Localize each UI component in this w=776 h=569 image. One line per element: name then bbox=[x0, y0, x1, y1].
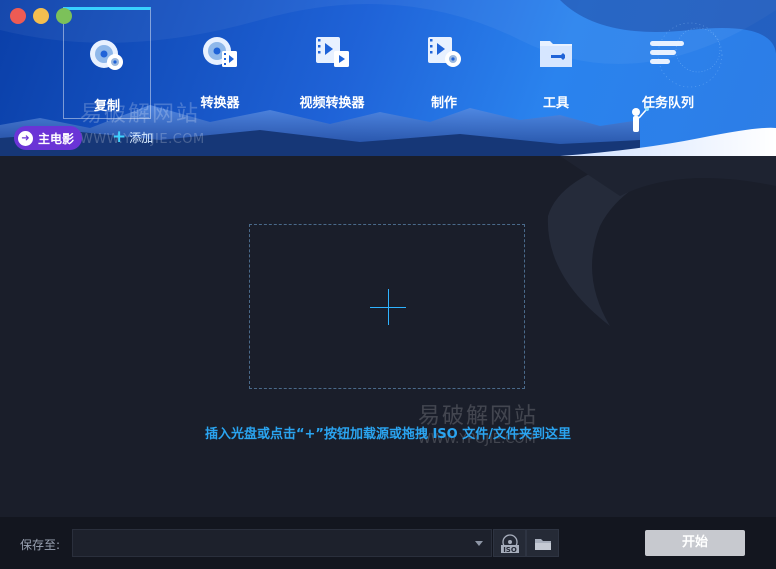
disc-creator-icon bbox=[428, 37, 461, 67]
add-plus-icon-v bbox=[388, 289, 389, 325]
main-movie-label: 主电影 bbox=[38, 131, 75, 146]
save-path-select[interactable] bbox=[72, 529, 492, 557]
maximize-window-button[interactable] bbox=[56, 8, 72, 24]
nav-item-task-queue[interactable]: 任务队列 bbox=[624, 7, 712, 119]
main-movie-button[interactable]: ➜ 主电影 bbox=[14, 126, 83, 150]
add-source-button[interactable]: + 添加 bbox=[112, 129, 153, 146]
nav-item-tools[interactable]: 工具 bbox=[512, 7, 600, 119]
nav-item-label: 视频转换器 bbox=[299, 96, 365, 111]
nav-item-copy[interactable]: 复制 bbox=[63, 7, 151, 119]
drop-zone[interactable] bbox=[249, 224, 525, 389]
nav-item-label: 任务队列 bbox=[641, 96, 694, 111]
task-queue-icon bbox=[650, 41, 684, 64]
app-window: 易破解网站 WWW.YPOJIE.COM 复制 转换器 视频转换器 制作 工具 … bbox=[0, 0, 776, 569]
disc-converter-icon bbox=[203, 37, 237, 67]
toolbox-icon bbox=[540, 41, 572, 67]
drop-hint: 插入光盘或点击“+”按钮加载源或拖拽 ISO 文件/文件夹到这里 bbox=[204, 427, 572, 442]
close-window-button[interactable] bbox=[10, 8, 26, 24]
iso-icon-label: ISO bbox=[503, 546, 517, 554]
chevron-down-icon bbox=[475, 541, 483, 546]
browse-folder-button[interactable] bbox=[526, 529, 559, 557]
add-source-label: 添加 bbox=[129, 131, 154, 145]
main-area: 易破解网站 WWW.YPOJIE.COM 插入光盘或点击“+”按钮加载源或拖拽 … bbox=[0, 156, 776, 517]
save-to-label: 保存至: bbox=[20, 538, 61, 552]
footer: 保存至: ISO 开始 bbox=[0, 517, 776, 569]
header: 易破解网站 WWW.YPOJIE.COM 复制 转换器 视频转换器 制作 工具 … bbox=[0, 0, 776, 156]
folder-icon bbox=[535, 539, 551, 550]
start-button[interactable]: 开始 bbox=[645, 530, 745, 556]
arrow-right-icon: ➜ bbox=[18, 130, 33, 146]
plus-icon: + bbox=[112, 127, 127, 147]
save-as-iso-button[interactable]: ISO bbox=[493, 529, 526, 557]
iso-icon: ISO bbox=[501, 534, 519, 554]
window-controls bbox=[10, 8, 72, 24]
nav-item-label: 制作 bbox=[430, 96, 457, 111]
nav-item-converter[interactable]: 转换器 bbox=[176, 7, 264, 119]
nav-item-label: 转换器 bbox=[200, 96, 240, 111]
nav-item-video-converter[interactable]: 视频转换器 bbox=[288, 7, 376, 119]
main-nav: 复制 转换器 视频转换器 制作 工具 任务队列 bbox=[63, 7, 763, 125]
disc-copy-icon bbox=[90, 40, 123, 70]
minimize-window-button[interactable] bbox=[33, 8, 49, 24]
nav-item-label: 工具 bbox=[542, 96, 569, 111]
nav-item-label: 复制 bbox=[93, 99, 120, 114]
nav-item-creator[interactable]: 制作 bbox=[400, 7, 488, 119]
video-converter-icon bbox=[316, 37, 349, 67]
